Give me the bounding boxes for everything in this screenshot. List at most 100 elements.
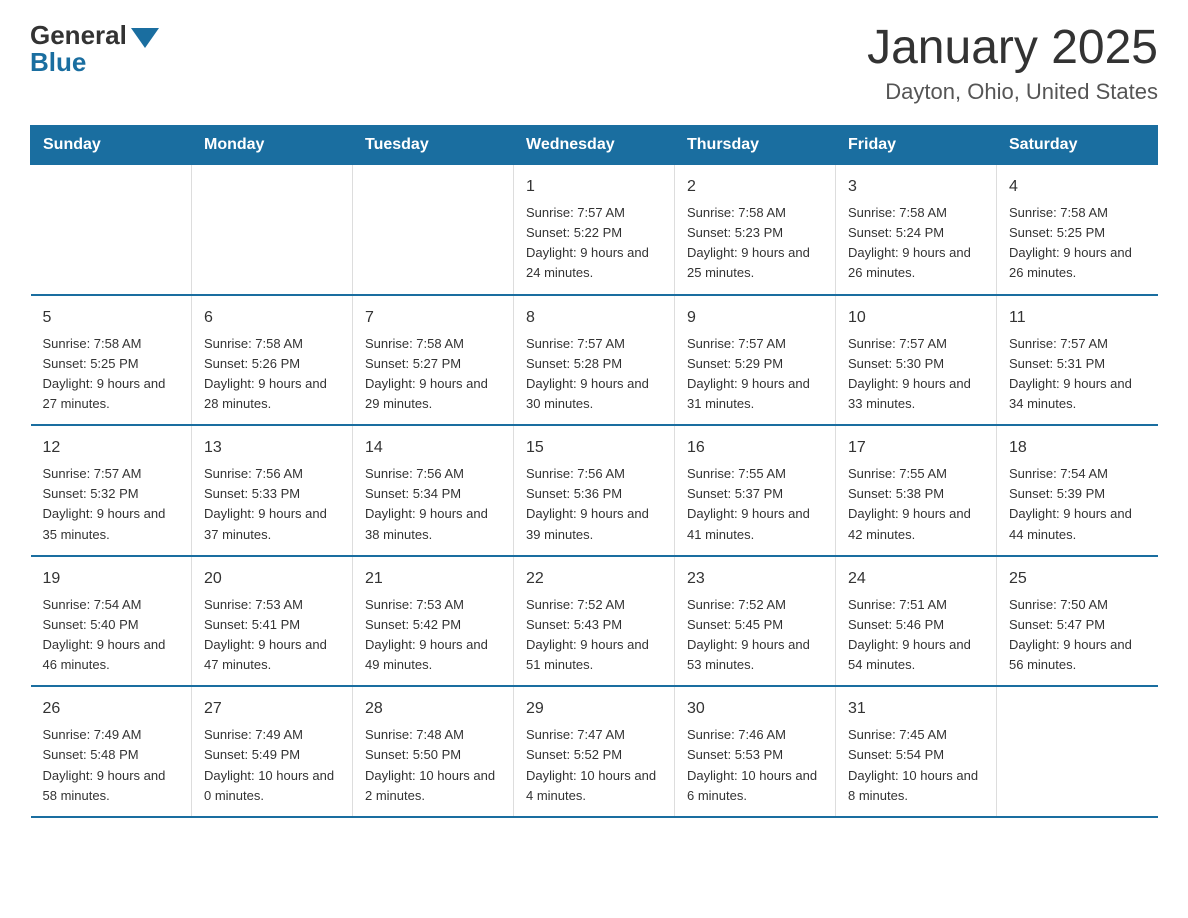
- col-tuesday: Tuesday: [353, 126, 514, 165]
- day-info: Sunrise: 7:58 AM Sunset: 5:26 PM Dayligh…: [204, 334, 340, 415]
- table-row: 1Sunrise: 7:57 AM Sunset: 5:22 PM Daylig…: [514, 165, 675, 295]
- col-thursday: Thursday: [675, 126, 836, 165]
- table-row: 11 Sunrise: 7:57 AM Sunset: 5:31 PM Dayli…: [997, 295, 1158, 426]
- col-wednesday: Wednesday: [514, 126, 675, 165]
- table-row: 6 Sunrise: 7:58 AM Sunset: 5:26 PM Daylig…: [192, 295, 353, 426]
- day-number: 14: [365, 436, 501, 460]
- day-info: Sunrise: 7:57 AM Sunset: 5:30 PM Dayligh…: [848, 334, 984, 415]
- table-row: 25Sunrise: 7:50 AM Sunset: 5:47 PM Dayli…: [997, 556, 1158, 687]
- day-number: 12: [43, 436, 180, 460]
- day-number: 2: [687, 175, 823, 199]
- day-number: 16: [687, 436, 823, 460]
- day-info: Sunrise: 7:58 AM Sunset: 5:25 PM Dayligh…: [43, 334, 180, 415]
- day-number: 23: [687, 567, 823, 591]
- location-title: Dayton, Ohio, United States: [867, 79, 1158, 105]
- logo-blue-text: Blue: [30, 47, 86, 78]
- table-row: 3Sunrise: 7:58 AM Sunset: 5:24 PM Daylig…: [836, 165, 997, 295]
- day-number: 29: [526, 697, 662, 721]
- calendar-week-row: 1Sunrise: 7:57 AM Sunset: 5:22 PM Daylig…: [31, 165, 1158, 295]
- calendar-week-row: 12 Sunrise: 7:57 AM Sunset: 5:32 PM Dayli…: [31, 425, 1158, 556]
- table-row: 8 Sunrise: 7:57 AM Sunset: 5:28 PM Daylig…: [514, 295, 675, 426]
- table-row: 31 Sunrise: 7:45 AM Sunset: 5:54 PM Dayli…: [836, 686, 997, 817]
- day-info: Sunrise: 7:51 AM Sunset: 5:46 PM Dayligh…: [848, 595, 984, 676]
- table-row: 20Sunrise: 7:53 AM Sunset: 5:41 PM Dayli…: [192, 556, 353, 687]
- calendar-header-row: Sunday Monday Tuesday Wednesday Thursday…: [31, 126, 1158, 165]
- calendar-week-row: 26 Sunrise: 7:49 AM Sunset: 5:48 PM Dayli…: [31, 686, 1158, 817]
- table-row: 15 Sunrise: 7:56 AM Sunset: 5:36 PM Dayli…: [514, 425, 675, 556]
- table-row: 10 Sunrise: 7:57 AM Sunset: 5:30 PM Dayli…: [836, 295, 997, 426]
- table-row: 7Sunrise: 7:58 AM Sunset: 5:27 PM Daylig…: [353, 295, 514, 426]
- day-info: Sunrise: 7:56 AM Sunset: 5:36 PM Dayligh…: [526, 464, 662, 545]
- day-info: Sunrise: 7:58 AM Sunset: 5:24 PM Dayligh…: [848, 203, 984, 284]
- day-number: 30: [687, 697, 823, 721]
- table-row: [31, 165, 192, 295]
- calendar-week-row: 19 Sunrise: 7:54 AM Sunset: 5:40 PM Dayli…: [31, 556, 1158, 687]
- day-number: 8: [526, 306, 662, 330]
- day-number: 6: [204, 306, 340, 330]
- day-info: Sunrise: 7:45 AM Sunset: 5:54 PM Dayligh…: [848, 725, 984, 806]
- day-number: 13: [204, 436, 340, 460]
- calendar-table: Sunday Monday Tuesday Wednesday Thursday…: [30, 125, 1158, 818]
- table-row: 22 Sunrise: 7:52 AM Sunset: 5:43 PM Dayli…: [514, 556, 675, 687]
- day-info: Sunrise: 7:53 AM Sunset: 5:42 PM Dayligh…: [365, 595, 501, 676]
- table-row: 12 Sunrise: 7:57 AM Sunset: 5:32 PM Dayli…: [31, 425, 192, 556]
- day-number: 4: [1009, 175, 1146, 199]
- day-number: 15: [526, 436, 662, 460]
- day-number: 9: [687, 306, 823, 330]
- title-section: January 2025 Dayton, Ohio, United States: [867, 20, 1158, 105]
- table-row: 28Sunrise: 7:48 AM Sunset: 5:50 PM Dayli…: [353, 686, 514, 817]
- table-row: [353, 165, 514, 295]
- day-number: 24: [848, 567, 984, 591]
- day-info: Sunrise: 7:57 AM Sunset: 5:31 PM Dayligh…: [1009, 334, 1146, 415]
- day-info: Sunrise: 7:49 AM Sunset: 5:48 PM Dayligh…: [43, 725, 180, 806]
- day-number: 28: [365, 697, 501, 721]
- day-number: 18: [1009, 436, 1146, 460]
- day-number: 21: [365, 567, 501, 591]
- table-row: 21 Sunrise: 7:53 AM Sunset: 5:42 PM Dayli…: [353, 556, 514, 687]
- page-header: General Blue January 2025 Dayton, Ohio, …: [30, 20, 1158, 105]
- table-row: 23 Sunrise: 7:52 AM Sunset: 5:45 PM Dayli…: [675, 556, 836, 687]
- day-info: Sunrise: 7:57 AM Sunset: 5:29 PM Dayligh…: [687, 334, 823, 415]
- table-row: 2Sunrise: 7:58 AM Sunset: 5:23 PM Daylig…: [675, 165, 836, 295]
- day-number: 27: [204, 697, 340, 721]
- day-info: Sunrise: 7:58 AM Sunset: 5:25 PM Dayligh…: [1009, 203, 1146, 284]
- day-info: Sunrise: 7:56 AM Sunset: 5:33 PM Dayligh…: [204, 464, 340, 545]
- day-number: 19: [43, 567, 180, 591]
- day-number: 31: [848, 697, 984, 721]
- day-number: 17: [848, 436, 984, 460]
- table-row: 27 Sunrise: 7:49 AM Sunset: 5:49 PM Dayli…: [192, 686, 353, 817]
- day-info: Sunrise: 7:58 AM Sunset: 5:27 PM Dayligh…: [365, 334, 501, 415]
- month-title: January 2025: [867, 20, 1158, 75]
- table-row: 13 Sunrise: 7:56 AM Sunset: 5:33 PM Dayli…: [192, 425, 353, 556]
- day-info: Sunrise: 7:53 AM Sunset: 5:41 PM Dayligh…: [204, 595, 340, 676]
- day-info: Sunrise: 7:52 AM Sunset: 5:45 PM Dayligh…: [687, 595, 823, 676]
- day-number: 1: [526, 175, 662, 199]
- table-row: 30 Sunrise: 7:46 AM Sunset: 5:53 PM Dayli…: [675, 686, 836, 817]
- day-info: Sunrise: 7:49 AM Sunset: 5:49 PM Dayligh…: [204, 725, 340, 806]
- col-monday: Monday: [192, 126, 353, 165]
- day-number: 5: [43, 306, 180, 330]
- table-row: 26 Sunrise: 7:49 AM Sunset: 5:48 PM Dayli…: [31, 686, 192, 817]
- day-info: Sunrise: 7:57 AM Sunset: 5:32 PM Dayligh…: [43, 464, 180, 545]
- day-info: Sunrise: 7:54 AM Sunset: 5:40 PM Dayligh…: [43, 595, 180, 676]
- day-number: 22: [526, 567, 662, 591]
- day-info: Sunrise: 7:57 AM Sunset: 5:28 PM Dayligh…: [526, 334, 662, 415]
- day-number: 26: [43, 697, 180, 721]
- col-sunday: Sunday: [31, 126, 192, 165]
- table-row: 5 Sunrise: 7:58 AM Sunset: 5:25 PM Daylig…: [31, 295, 192, 426]
- table-row: 19 Sunrise: 7:54 AM Sunset: 5:40 PM Dayli…: [31, 556, 192, 687]
- table-row: 29 Sunrise: 7:47 AM Sunset: 5:52 PM Dayli…: [514, 686, 675, 817]
- col-saturday: Saturday: [997, 126, 1158, 165]
- table-row: 14Sunrise: 7:56 AM Sunset: 5:34 PM Dayli…: [353, 425, 514, 556]
- day-info: Sunrise: 7:46 AM Sunset: 5:53 PM Dayligh…: [687, 725, 823, 806]
- table-row: [192, 165, 353, 295]
- day-number: 11: [1009, 306, 1146, 330]
- day-info: Sunrise: 7:54 AM Sunset: 5:39 PM Dayligh…: [1009, 464, 1146, 545]
- day-info: Sunrise: 7:55 AM Sunset: 5:37 PM Dayligh…: [687, 464, 823, 545]
- day-info: Sunrise: 7:47 AM Sunset: 5:52 PM Dayligh…: [526, 725, 662, 806]
- table-row: 4 Sunrise: 7:58 AM Sunset: 5:25 PM Daylig…: [997, 165, 1158, 295]
- day-info: Sunrise: 7:52 AM Sunset: 5:43 PM Dayligh…: [526, 595, 662, 676]
- day-number: 10: [848, 306, 984, 330]
- table-row: [997, 686, 1158, 817]
- logo: General Blue: [30, 20, 159, 78]
